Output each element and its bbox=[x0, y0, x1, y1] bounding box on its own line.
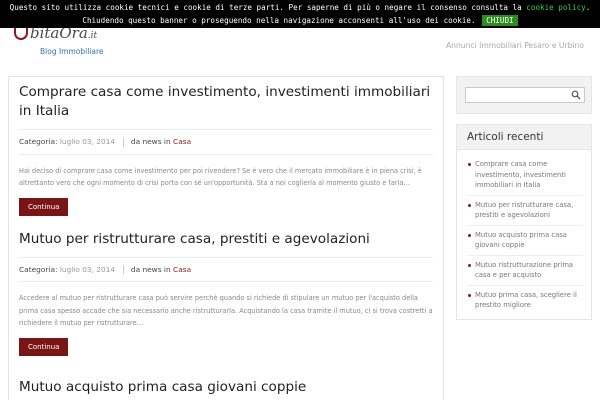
post-excerpt: Hai deciso di comprare casa come investi… bbox=[19, 166, 422, 188]
meta-date: luglio 03, 2014 bbox=[59, 264, 116, 274]
post-meta: Categoria: luglio 03, 2014 da news in Ca… bbox=[19, 129, 433, 155]
cookie-banner: Questo sito utilizza cookie tecnici e co… bbox=[0, 0, 600, 28]
cookie-policy-link[interactable]: cookie policy bbox=[526, 3, 585, 12]
meta-date: luglio 03, 2014 bbox=[59, 137, 116, 146]
meta-category-label: Categoria: bbox=[19, 137, 58, 146]
recent-post-link[interactable]: Comprare casa come investimento, investi… bbox=[467, 155, 583, 196]
cookie-close-button[interactable]: CHIUDI bbox=[482, 15, 518, 26]
post-title[interactable]: Mutuo per ristrutturare casa, prestiti e… bbox=[19, 230, 433, 249]
search-input[interactable] bbox=[466, 94, 566, 108]
read-more-button[interactable]: Continua bbox=[19, 197, 69, 216]
read-more-button[interactable]: Continua bbox=[19, 337, 69, 356]
post-title[interactable]: Mutuo acquisto prima casa giovani coppie bbox=[19, 378, 433, 397]
meta-category-link[interactable]: Casa bbox=[173, 265, 191, 274]
recent-posts-list: Comprare casa come investimento, investi… bbox=[457, 150, 591, 319]
search-widget bbox=[456, 76, 592, 114]
main-content: Comprare casa come investimento, investi… bbox=[8, 76, 444, 400]
recent-posts-widget: Articoli recenti Comprare casa come inve… bbox=[456, 124, 592, 320]
post-item: Comprare casa come investimento, investi… bbox=[19, 77, 433, 216]
header-description: Annunci Immobiliari Pesaro e Urbino bbox=[445, 41, 584, 50]
site-header: bitaOra.it Blog Immobiliare Annunci Immo… bbox=[0, 24, 600, 68]
meta-divider bbox=[122, 265, 124, 274]
meta-author-label: da news in bbox=[130, 137, 171, 146]
recent-post-link[interactable]: Mutuo acquisto prima casa giovani coppie bbox=[467, 226, 583, 256]
cookie-banner-text-before: Questo sito utilizza cookie tecnici e co… bbox=[9, 3, 527, 12]
post-excerpt: Accedere al mutuo per ristrutturare casa… bbox=[19, 294, 433, 327]
post-meta: Categoria: luglio 03, 2014 da news in Ca… bbox=[19, 256, 433, 282]
logo-icon bbox=[14, 28, 28, 40]
sidebar: Articoli recenti Comprare casa come inve… bbox=[456, 76, 592, 320]
logo-suffix: .it bbox=[87, 31, 98, 41]
meta-category-link[interactable]: Casa bbox=[173, 137, 191, 146]
recent-post-link[interactable]: Mutuo prima casa, scegliere il prestito … bbox=[467, 286, 583, 315]
recent-posts-title: Articoli recenti bbox=[457, 125, 591, 150]
meta-category-label: Categoria: bbox=[19, 264, 58, 274]
recent-post-link[interactable]: Mutuo per ristrutturare casa, prestiti e… bbox=[467, 196, 583, 226]
search-field bbox=[465, 87, 585, 108]
post-title[interactable]: Comprare casa come investimento, investi… bbox=[19, 83, 433, 121]
recent-post-link[interactable]: Mutuo ristrutturazione prima casa e per … bbox=[467, 256, 583, 286]
post-item: Mutuo per ristrutturare casa, prestiti e… bbox=[19, 224, 433, 356]
post-item: Mutuo acquisto prima casa giovani coppie bbox=[19, 372, 433, 397]
site-tagline: Blog Immobiliare bbox=[40, 47, 104, 56]
meta-author-label: da news in bbox=[130, 264, 171, 274]
meta-divider bbox=[122, 137, 124, 147]
search-icon[interactable] bbox=[571, 90, 581, 100]
